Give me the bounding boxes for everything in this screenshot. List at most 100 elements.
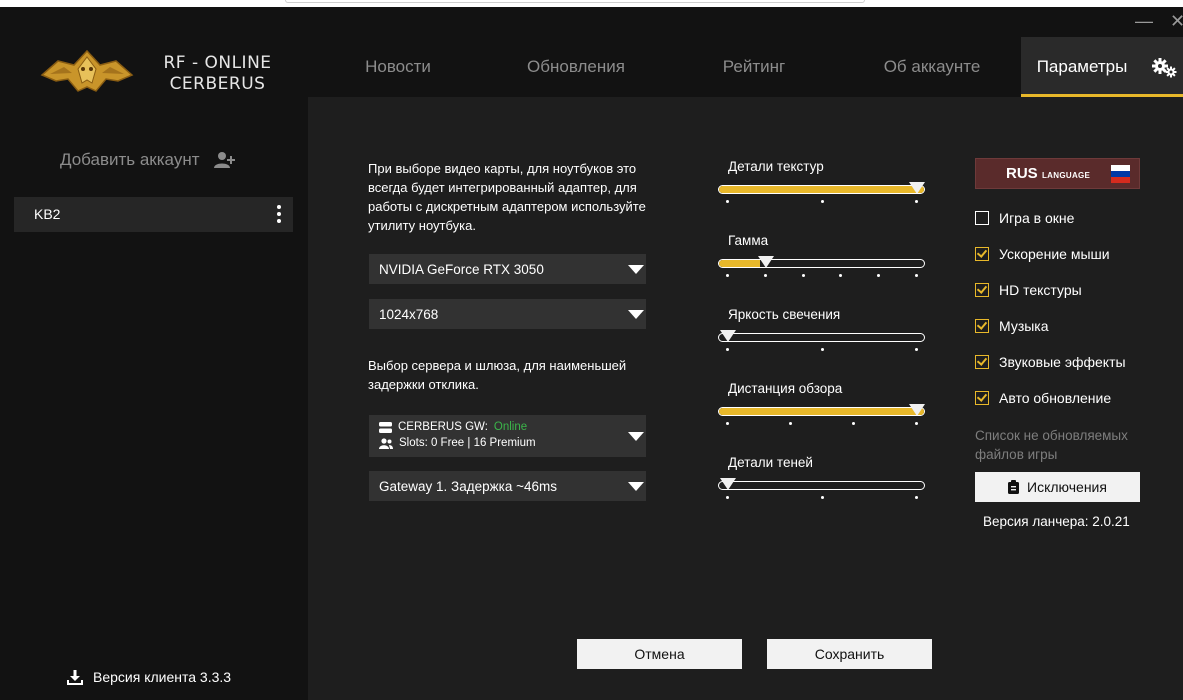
gpu-hint-text: При выборе видео карты, для ноутбуков эт… [368, 161, 646, 233]
checkbox-windowed[interactable]: Игра в окне [975, 210, 1074, 226]
russia-flag-icon [1111, 165, 1130, 183]
slider-fill [719, 260, 760, 267]
chevron-down-icon [626, 254, 646, 284]
checkbox-mouse-acceleration[interactable]: Ускорение мыши [975, 246, 1110, 262]
slider-thumb[interactable] [757, 256, 774, 270]
cancel-button[interactable]: Отмена [577, 639, 742, 669]
brand-line-1: RF - ONLINE [163, 53, 272, 73]
checkbox-box[interactable] [975, 283, 989, 297]
slider-tick [915, 348, 918, 351]
checkbox-box[interactable] [975, 247, 989, 261]
slider-thumb[interactable] [720, 330, 736, 344]
slider-tick [852, 422, 855, 425]
slider-label: Дистанция обзора [728, 381, 843, 396]
account-menu-icon[interactable] [276, 205, 282, 225]
checkbox-hd-textures[interactable]: HD текстуры [975, 282, 1082, 298]
slider-label: Детали текстур [728, 159, 824, 174]
slider-tick [820, 348, 824, 351]
slider-tick [820, 496, 824, 499]
checkbox-box[interactable] [975, 355, 989, 369]
slider-thumb[interactable] [720, 478, 736, 492]
minimize-button[interactable]: — [1135, 12, 1153, 30]
checkbox-label: HD текстуры [999, 282, 1082, 298]
server-status: Online [493, 421, 528, 433]
slider-label: Детали теней [728, 455, 813, 470]
slider-thumb[interactable] [909, 404, 925, 418]
slider-tick [915, 274, 918, 277]
chevron-down-icon [626, 299, 646, 329]
checkbox-music[interactable]: Музыка [975, 318, 1049, 334]
browser-top-strip [0, 0, 1183, 7]
browser-tab-rim [285, 0, 865, 3]
exclusions-button[interactable]: Исключения [975, 472, 1140, 502]
add-account-label: Добавить аккаунт [60, 150, 200, 169]
slider-track[interactable] [718, 185, 925, 194]
slider-tick [789, 422, 792, 425]
checkbox-sound-effects[interactable]: Звуковые эффекты [975, 354, 1126, 370]
tab-settings-label: Параметры [1036, 57, 1128, 76]
slider-tick [839, 274, 843, 277]
checkbox-box[interactable] [975, 319, 989, 333]
launcher-version: Версия ланчера: 2.0.21 [983, 514, 1130, 529]
slider-track[interactable] [718, 259, 925, 268]
slider-tick [915, 496, 918, 499]
users-icon [379, 437, 393, 449]
slider-track[interactable] [718, 407, 925, 416]
gateway-select-value: Gateway 1. Задержка ~46ms [379, 479, 557, 494]
slider-tick [801, 274, 805, 277]
slider-tick [726, 274, 729, 277]
server-slots-line: Slots: 0 Free | 16 Premium [379, 437, 536, 449]
save-button[interactable]: Сохранить [767, 639, 932, 669]
server-select[interactable]: CERBERUS GW: Online Slots: 0 Free | 16 P… [369, 415, 646, 457]
checkbox-box[interactable] [975, 211, 989, 225]
gpu-select[interactable]: NVIDIA GeForce RTX 3050 [369, 254, 646, 284]
slider-tick [726, 348, 729, 351]
tab-settings[interactable]: Параметры [1021, 37, 1183, 97]
server-icon [379, 421, 392, 433]
account-row[interactable]: KB2 [14, 197, 293, 232]
settings-panel: При выборе видео карты, для ноутбуков эт… [308, 97, 1183, 700]
tab-news[interactable]: Новости [344, 37, 452, 97]
slider-tick [820, 200, 824, 203]
client-version-label: Версия клиента 3.3.3 [93, 669, 232, 685]
slider-label: Гамма [728, 233, 769, 248]
checkbox-label: Музыка [999, 318, 1049, 334]
checkbox-box[interactable] [975, 391, 989, 405]
gears-icon [1152, 58, 1177, 78]
language-code: RUS [1006, 165, 1038, 182]
slider-tick [763, 274, 767, 277]
client-version: Версия клиента 3.3.3 [67, 669, 231, 685]
slider-thumb[interactable] [909, 182, 925, 196]
slider-tick [726, 200, 729, 203]
account-name: KB2 [34, 206, 61, 222]
language-caption: LANGUAGE [1042, 171, 1091, 180]
checkbox-label: Ускорение мыши [999, 246, 1110, 262]
slider-track[interactable] [718, 481, 925, 490]
resolution-select[interactable]: 1024x768 [369, 299, 646, 329]
chevron-down-icon [626, 471, 646, 501]
slider-tick [726, 496, 729, 499]
server-hint-text: Выбор сервера и шлюза, для наименьшей за… [368, 358, 627, 392]
tab-account[interactable]: Об аккаунте [862, 37, 1002, 97]
tab-updates[interactable]: Обновления [505, 37, 647, 97]
server-name: CERBERUS GW: [398, 421, 488, 433]
slider-tick [915, 200, 918, 203]
gateway-select[interactable]: Gateway 1. Задержка ~46ms [369, 471, 646, 501]
close-button[interactable]: ✕ [1170, 12, 1183, 30]
server-slots: Slots: 0 Free | 16 Premium [399, 437, 536, 449]
checkbox-auto-update[interactable]: Авто обновление [975, 390, 1111, 406]
slider-tick [877, 274, 881, 277]
chevron-down-icon [626, 415, 646, 457]
tab-rating[interactable]: Рейтинг [700, 37, 808, 97]
language-selector[interactable]: RUS LANGUAGE [975, 158, 1140, 189]
add-account-button[interactable]: Добавить аккаунт [60, 150, 236, 170]
launcher-window: — ✕ RF - ONLINE CERBERUS Новости Обновле… [0, 7, 1183, 700]
slider-fill [719, 408, 924, 415]
exclusions-button-label: Исключения [1027, 479, 1107, 495]
slider-fill [719, 186, 924, 193]
slider-track[interactable] [718, 333, 925, 342]
slider-tick [726, 422, 729, 425]
slider-tick [915, 422, 918, 425]
excluded-files-note: Список не обновляемых файлов игры [975, 428, 1128, 462]
brand-line-2: CERBERUS [169, 74, 266, 94]
